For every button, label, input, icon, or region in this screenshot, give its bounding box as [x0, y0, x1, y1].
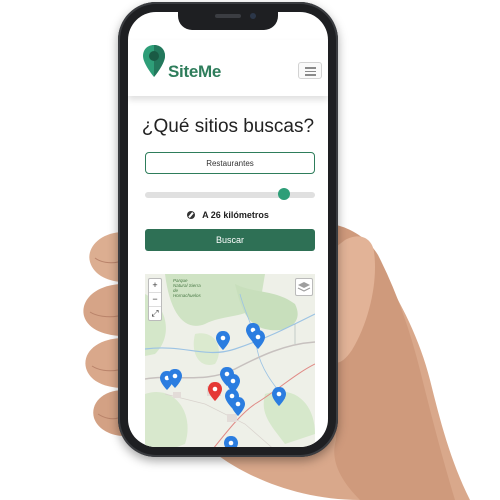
search-button[interactable]: Buscar	[145, 229, 315, 251]
category-input[interactable]	[145, 152, 315, 174]
marker-icon[interactable]	[231, 397, 245, 416]
menu-button[interactable]	[298, 62, 322, 79]
marker-icon[interactable]	[251, 330, 265, 349]
radius-slider-thumb[interactable]	[278, 188, 291, 200]
phone-screen: SiteMe ¿Qué sitios buscas? A 26 kilómetr…	[128, 12, 328, 447]
results-map[interactable]: Parque Natural Sierra de Hornachuelos + …	[145, 274, 315, 447]
phone-speaker	[215, 14, 241, 18]
phone-notch	[178, 10, 278, 30]
brand-name[interactable]: SiteMe	[168, 62, 221, 82]
marker-icon[interactable]	[216, 331, 230, 350]
hamburger-icon	[305, 67, 316, 69]
phone-camera	[250, 13, 256, 19]
compass-icon	[187, 211, 196, 219]
selected-marker-icon[interactable]	[208, 382, 222, 401]
marker-icon[interactable]	[272, 387, 286, 406]
mockup-stage: SiteMe ¿Qué sitios buscas? A 26 kilómetr…	[0, 0, 500, 500]
distance-label: A 26 kilómetros	[202, 210, 269, 220]
map-markers	[160, 323, 286, 447]
location-pin-icon	[143, 45, 165, 77]
page-title: ¿Qué sitios buscas?	[141, 116, 315, 137]
marker-icon[interactable]	[224, 436, 238, 447]
app-header: SiteMe	[128, 40, 328, 96]
distance-readout: A 26 kilómetros	[128, 210, 328, 220]
